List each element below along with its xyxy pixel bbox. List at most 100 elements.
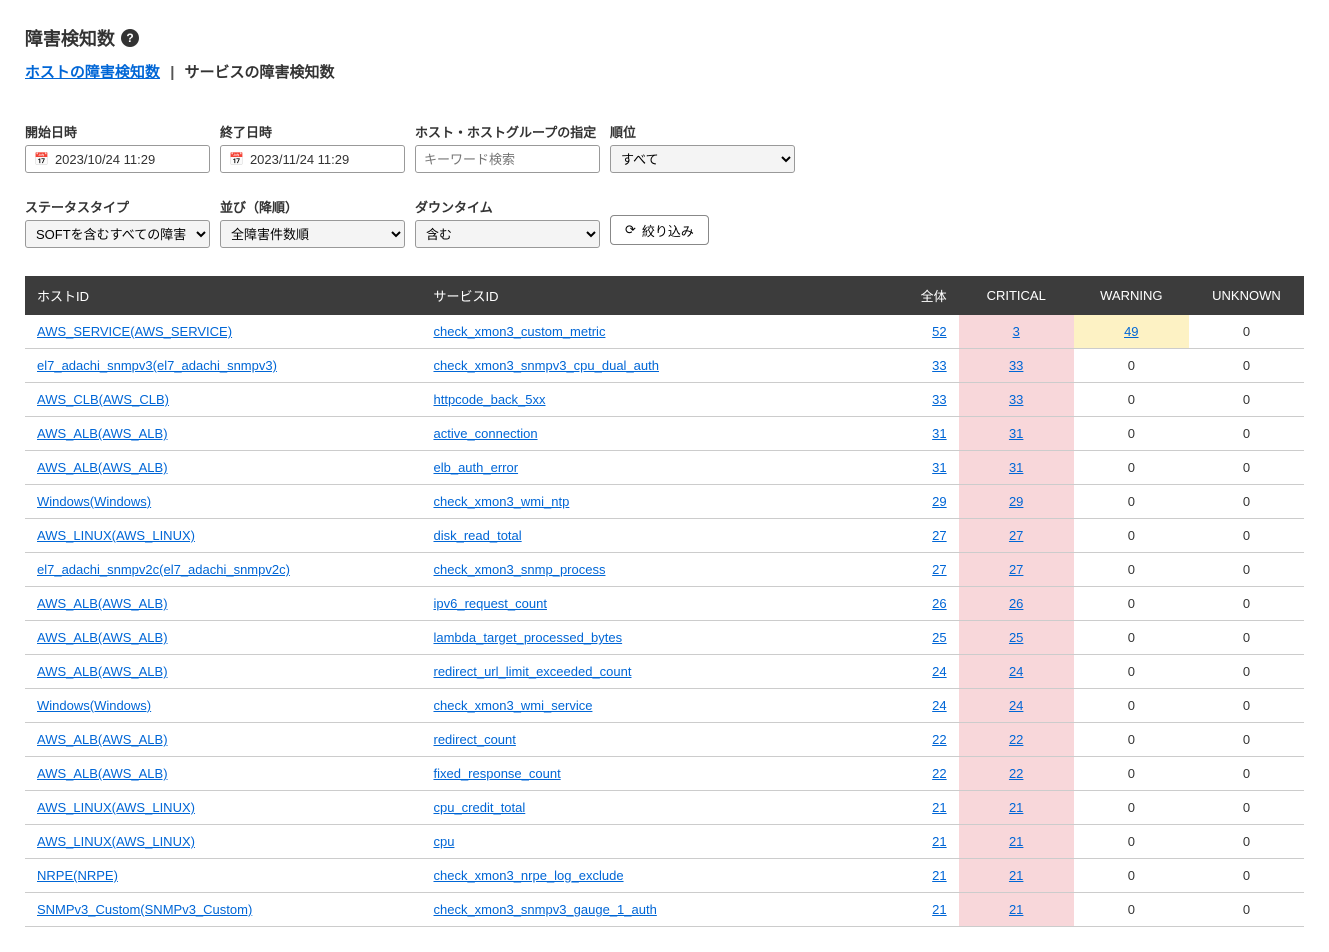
calendar-icon: 📅 <box>34 152 49 166</box>
critical-link[interactable]: 22 <box>1009 766 1023 781</box>
critical-link[interactable]: 21 <box>1009 800 1023 815</box>
tabs: ホストの障害検知数 | サービスの障害検知数 <box>25 61 1304 82</box>
table-row: AWS_LINUX(AWS_LINUX) cpu_credit_total 21 21… <box>25 791 1304 825</box>
service-link[interactable]: elb_auth_error <box>433 460 518 475</box>
status-type-select[interactable]: SOFTを含むすべての障害 <box>25 220 210 248</box>
total-link[interactable]: 27 <box>932 528 946 543</box>
service-link[interactable]: cpu_credit_total <box>433 800 525 815</box>
host-link[interactable]: AWS_LINUX(AWS_LINUX) <box>37 834 195 849</box>
critical-link[interactable]: 22 <box>1009 732 1023 747</box>
service-link[interactable]: check_xmon3_snmpv3_cpu_dual_auth <box>433 358 659 373</box>
service-link[interactable]: httpcode_back_5xx <box>433 392 545 407</box>
service-link[interactable]: check_xmon3_wmi_service <box>433 698 592 713</box>
host-link[interactable]: Windows(Windows) <box>37 494 151 509</box>
service-link[interactable]: check_xmon3_snmp_process <box>433 562 605 577</box>
help-icon[interactable]: ? <box>121 29 139 47</box>
unknown-value: 0 <box>1189 553 1304 587</box>
unknown-value: 0 <box>1189 655 1304 689</box>
total-link[interactable]: 24 <box>932 664 946 679</box>
service-link[interactable]: active_connection <box>433 426 537 441</box>
th-critical: CRITICAL <box>959 276 1074 315</box>
critical-link[interactable]: 21 <box>1009 834 1023 849</box>
host-link[interactable]: AWS_SERVICE(AWS_SERVICE) <box>37 324 232 339</box>
host-link[interactable]: el7_adachi_snmpv3(el7_adachi_snmpv3) <box>37 358 277 373</box>
total-link[interactable]: 22 <box>932 766 946 781</box>
table-row: AWS_ALB(AWS_ALB)active_connection313100 <box>25 417 1304 451</box>
host-link[interactable]: AWS_ALB(AWS_ALB) <box>37 630 168 645</box>
host-search-input[interactable] <box>415 145 600 173</box>
critical-link[interactable]: 21 <box>1009 868 1023 883</box>
critical-link[interactable]: 27 <box>1009 562 1023 577</box>
total-link[interactable]: 21 <box>932 868 946 883</box>
critical-link[interactable]: 24 <box>1009 664 1023 679</box>
host-link[interactable]: AWS_LINUX(AWS_LINUX) <box>37 800 195 815</box>
critical-link[interactable]: 29 <box>1009 494 1023 509</box>
host-link[interactable]: AWS_ALB(AWS_ALB) <box>37 460 168 475</box>
service-link[interactable]: fixed_response_count <box>433 766 560 781</box>
warning-value: 0 <box>1074 757 1189 791</box>
critical-link[interactable]: 26 <box>1009 596 1023 611</box>
unknown-value: 0 <box>1189 417 1304 451</box>
total-link[interactable]: 25 <box>932 630 946 645</box>
service-link[interactable]: cpu <box>433 834 454 849</box>
critical-link[interactable]: 27 <box>1009 528 1023 543</box>
end-date-input[interactable]: 📅 2023/11/24 11:29 <box>220 145 405 173</box>
host-link[interactable]: AWS_ALB(AWS_ALB) <box>37 426 168 441</box>
warning-value: 0 <box>1074 791 1189 825</box>
warning-value: 0 <box>1074 621 1189 655</box>
filter-button[interactable]: ⟳ 絞り込み <box>610 215 709 245</box>
critical-link[interactable]: 33 <box>1009 358 1023 373</box>
host-link[interactable]: AWS_LINUX(AWS_LINUX) <box>37 528 195 543</box>
critical-link[interactable]: 24 <box>1009 698 1023 713</box>
host-link[interactable]: AWS_ALB(AWS_ALB) <box>37 766 168 781</box>
rank-select[interactable]: すべて <box>610 145 795 173</box>
total-link[interactable]: 52 <box>932 324 946 339</box>
service-link[interactable]: redirect_count <box>433 732 515 747</box>
total-link[interactable]: 21 <box>932 800 946 815</box>
warning-value: 0 <box>1074 689 1189 723</box>
total-link[interactable]: 26 <box>932 596 946 611</box>
critical-link[interactable]: 25 <box>1009 630 1023 645</box>
unknown-value: 0 <box>1189 621 1304 655</box>
critical-link[interactable]: 21 <box>1009 902 1023 917</box>
total-link[interactable]: 31 <box>932 460 946 475</box>
sort-select[interactable]: 全障害件数順 <box>220 220 405 248</box>
total-link[interactable]: 33 <box>932 358 946 373</box>
host-link[interactable]: AWS_ALB(AWS_ALB) <box>37 664 168 679</box>
service-link[interactable]: redirect_url_limit_exceeded_count <box>433 664 631 679</box>
host-link[interactable]: AWS_CLB(AWS_CLB) <box>37 392 169 407</box>
host-link[interactable]: AWS_ALB(AWS_ALB) <box>37 596 168 611</box>
total-link[interactable]: 27 <box>932 562 946 577</box>
service-link[interactable]: check_xmon3_snmpv3_gauge_1_auth <box>433 902 656 917</box>
critical-link[interactable]: 31 <box>1009 426 1023 441</box>
host-link[interactable]: el7_adachi_snmpv2c(el7_adachi_snmpv2c) <box>37 562 290 577</box>
warning-link[interactable]: 49 <box>1124 324 1138 339</box>
total-link[interactable]: 31 <box>932 426 946 441</box>
host-link[interactable]: AWS_ALB(AWS_ALB) <box>37 732 168 747</box>
critical-link[interactable]: 33 <box>1009 392 1023 407</box>
service-link[interactable]: disk_read_total <box>433 528 521 543</box>
warning-value: 0 <box>1074 349 1189 383</box>
total-link[interactable]: 33 <box>932 392 946 407</box>
label-rank: 順位 <box>610 122 795 141</box>
total-link[interactable]: 21 <box>932 902 946 917</box>
service-link[interactable]: ipv6_request_count <box>433 596 546 611</box>
host-link[interactable]: NRPE(NRPE) <box>37 868 118 883</box>
host-link[interactable]: SNMPv3_Custom(SNMPv3_Custom) <box>37 902 252 917</box>
host-link[interactable]: Windows(Windows) <box>37 698 151 713</box>
downtime-select[interactable]: 含む <box>415 220 600 248</box>
tab-host-failures[interactable]: ホストの障害検知数 <box>25 64 160 81</box>
service-link[interactable]: lambda_target_processed_bytes <box>433 630 622 645</box>
label-end-date: 終了日時 <box>220 122 405 141</box>
critical-link[interactable]: 31 <box>1009 460 1023 475</box>
total-link[interactable]: 21 <box>932 834 946 849</box>
service-link[interactable]: check_xmon3_wmi_ntp <box>433 494 569 509</box>
total-link[interactable]: 22 <box>932 732 946 747</box>
service-link[interactable]: check_xmon3_custom_metric <box>433 324 605 339</box>
unknown-value: 0 <box>1189 587 1304 621</box>
critical-link[interactable]: 3 <box>1013 324 1020 339</box>
start-date-input[interactable]: 📅 2023/10/24 11:29 <box>25 145 210 173</box>
total-link[interactable]: 24 <box>932 698 946 713</box>
service-link[interactable]: check_xmon3_nrpe_log_exclude <box>433 868 623 883</box>
total-link[interactable]: 29 <box>932 494 946 509</box>
